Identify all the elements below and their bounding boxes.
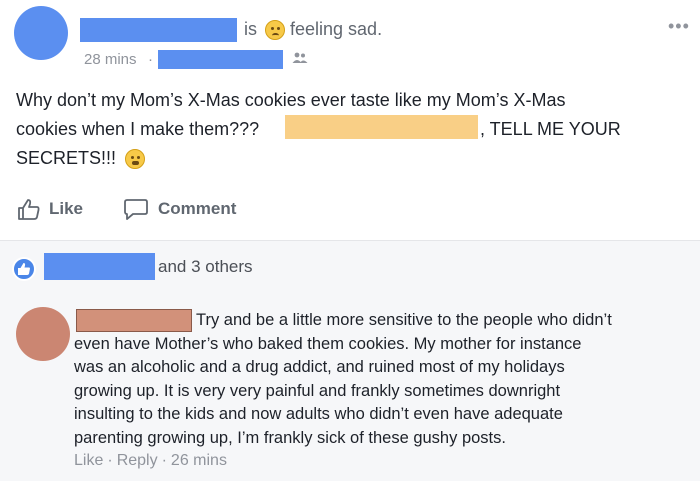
feeling-text[interactable]: feeling sad. — [290, 19, 382, 40]
post-body-line-1: Why don’t my Mom’s X-Mas cookies ever ta… — [16, 90, 566, 110]
commenter-avatar[interactable] — [16, 307, 70, 361]
meta-separator: · — [148, 51, 153, 68]
reactions-count[interactable]: and 3 others — [158, 257, 253, 277]
comment-reply-link[interactable]: Reply — [117, 452, 158, 469]
more-options-icon[interactable]: ••• — [668, 16, 690, 37]
comment-actions: Like · Reply · 26 mins — [74, 452, 227, 470]
reactor-name-redacted[interactable] — [44, 253, 155, 280]
friends-audience-icon[interactable] — [292, 52, 308, 67]
sad-emoji-icon — [265, 20, 285, 40]
separator: · — [161, 452, 167, 469]
separator: · — [107, 452, 113, 469]
comment-bubble-icon[interactable] — [123, 198, 149, 225]
comment-line-4: growing up. It is very very painful and … — [74, 382, 561, 400]
comment-like-link[interactable]: Like — [74, 452, 103, 469]
status-is-text: is — [244, 19, 257, 39]
like-thumb-icon[interactable] — [17, 198, 41, 225]
poster-avatar[interactable] — [14, 6, 68, 60]
comment-timestamp[interactable]: 26 mins — [171, 452, 227, 469]
post-timestamp[interactable]: 28 mins — [84, 51, 137, 68]
location-redacted[interactable] — [158, 50, 283, 69]
comment-button[interactable]: Comment — [158, 199, 236, 219]
like-reaction-icon — [12, 257, 36, 281]
post-body-line-2a: cookies when I make them??? — [16, 119, 260, 139]
comment-line-2: even have Mother’s who baked them cookie… — [74, 335, 582, 353]
comment-line-3: was an alcoholic and a drug addict, and … — [74, 358, 565, 376]
commenter-name-redacted[interactable] — [76, 309, 192, 332]
comment-line-5: insulting to the kids and now adults who… — [74, 405, 563, 423]
post-body-line-3: SECRETS!!! — [16, 148, 117, 168]
tired-emoji-icon — [125, 149, 145, 169]
like-button[interactable]: Like — [49, 199, 83, 219]
tagged-name-redacted[interactable] — [285, 115, 478, 139]
post-body-line-2b: , TELL ME YOUR — [480, 119, 621, 139]
comment-line-1: Try and be a little more sensitive to th… — [196, 311, 612, 329]
poster-name-redacted[interactable] — [80, 18, 237, 42]
comment-line-6: parenting growing up, I’m frankly sick o… — [74, 429, 506, 447]
